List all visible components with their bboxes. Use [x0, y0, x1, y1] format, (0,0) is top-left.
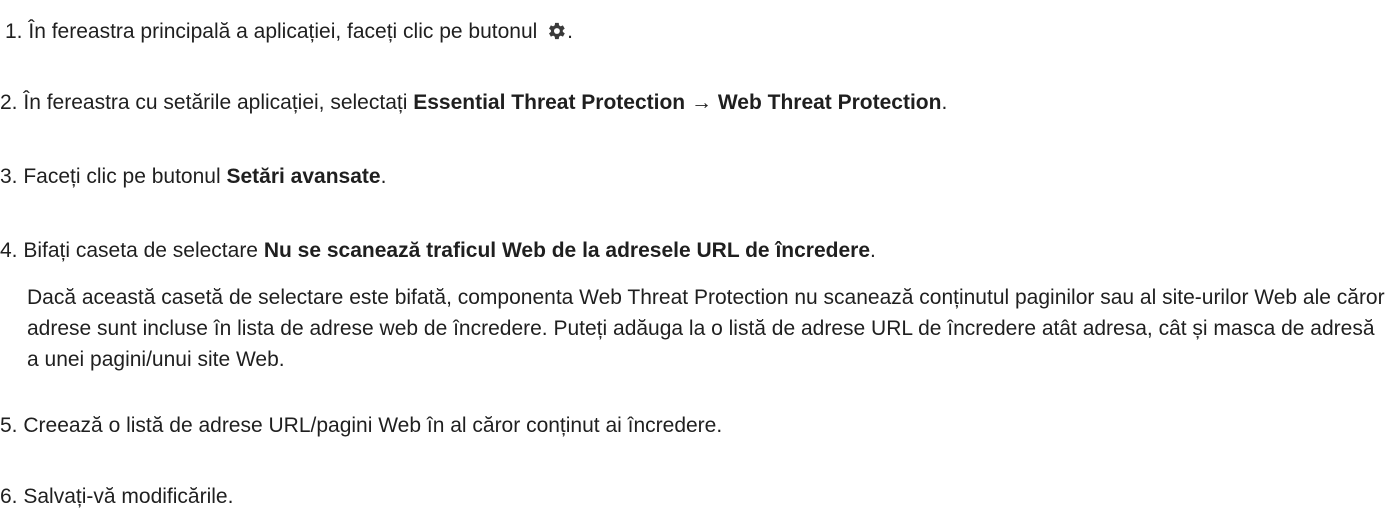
step-4-note: Dacă această casetă de selectare este bi… — [27, 286, 1385, 371]
step-1: 1. În fereastra principală a aplicației,… — [5, 17, 573, 47]
step-4: 4. Bifați caseta de selectare Nu se scan… — [0, 236, 876, 266]
step-number: 5. — [0, 414, 18, 437]
step-text-end: . — [870, 239, 876, 262]
step-number: 3. — [0, 165, 18, 188]
step-text: Bifați caseta de selectare — [23, 239, 258, 262]
step-text-end: . — [567, 20, 573, 43]
menu-path-part: Web Threat Protection — [717, 91, 942, 114]
step-3: 3. Faceți clic pe butonul Setări avansat… — [0, 162, 386, 192]
step-number: 2. — [0, 91, 18, 114]
checkbox-name: Nu se scanează traficul Web de la adrese… — [263, 239, 870, 262]
step-text: În fereastra cu setările aplicației, sel… — [23, 91, 408, 114]
step-text: Creează o listă de adrese URL/pagini Web… — [23, 414, 723, 437]
step-2: 2. În fereastra cu setările aplicației, … — [0, 88, 947, 118]
step-5: 5. Creează o listă de adrese URL/pagini … — [0, 411, 722, 441]
step-number: 4. — [0, 239, 18, 262]
menu-path-arrow: → — [690, 91, 712, 114]
step-6: 6. Salvați-vă modificările. — [0, 482, 233, 512]
step-text: Salvați-vă modificările. — [23, 485, 234, 508]
step-number: 1. — [5, 20, 23, 43]
menu-path-part: Essential Threat Protection — [413, 91, 686, 114]
step-number: 6. — [0, 485, 18, 508]
gear-icon — [545, 20, 567, 42]
step-text-end: . — [380, 165, 387, 188]
button-name: Setări avansate — [226, 165, 381, 188]
step-text-end: . — [941, 91, 948, 114]
step-text: În fereastra principală a aplicației, fa… — [28, 20, 538, 43]
step-text: Faceți clic pe butonul — [23, 165, 221, 188]
